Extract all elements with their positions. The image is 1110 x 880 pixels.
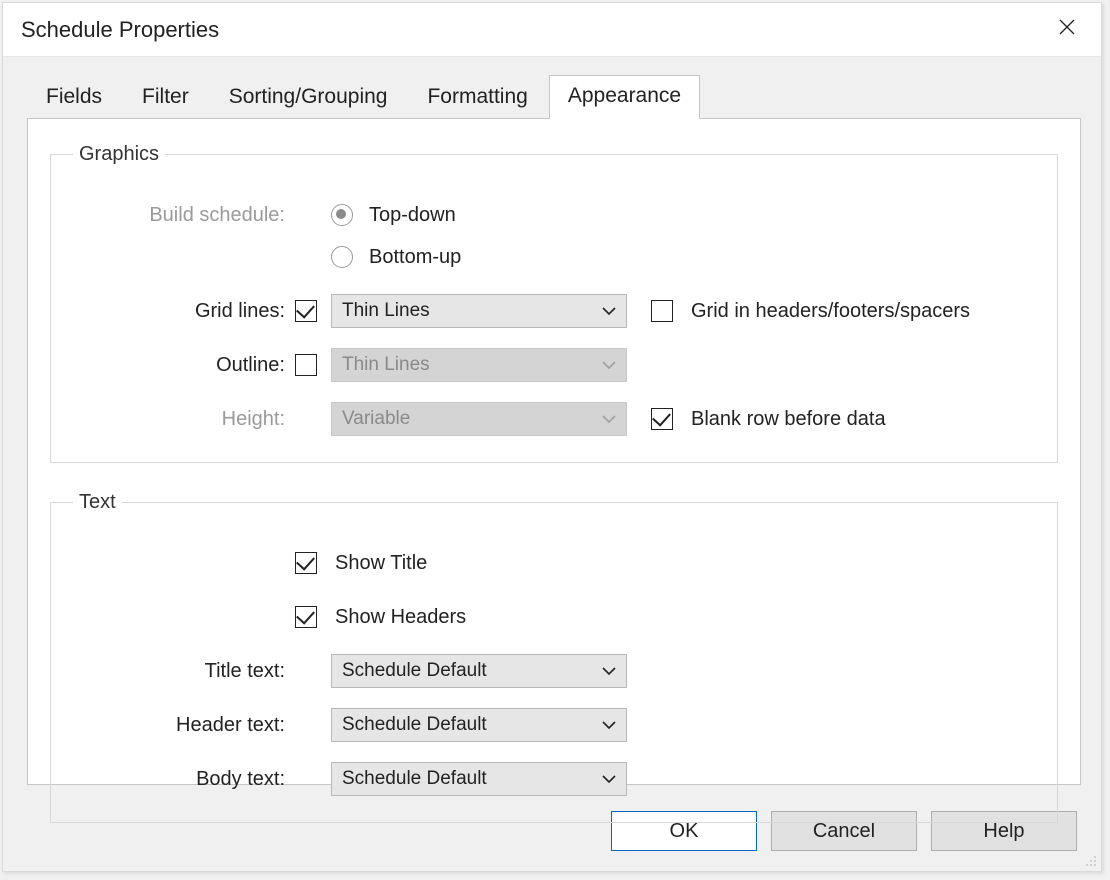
build-top-down-label: Top-down <box>359 204 456 227</box>
dialog-title: Schedule Properties <box>21 17 219 43</box>
grid-lines-label: Grid lines: <box>73 300 295 323</box>
height-value: Variable <box>342 408 410 430</box>
build-top-down-radio <box>331 204 353 226</box>
title-text-row: Title text: Schedule Default <box>73 652 1035 690</box>
grid-lines-style-select[interactable]: Thin Lines <box>331 294 627 328</box>
outline-style-select: Thin Lines <box>331 348 627 382</box>
graphics-legend: Graphics <box>73 143 165 166</box>
body-text-select[interactable]: Schedule Default <box>331 762 627 796</box>
grid-headers-label: Grid in headers/footers/spacers <box>683 300 970 323</box>
header-text-select[interactable]: Schedule Default <box>331 708 627 742</box>
chevron-down-icon <box>602 660 616 682</box>
show-title-label: Show Title <box>327 552 427 575</box>
chevron-down-icon <box>602 714 616 736</box>
chevron-down-icon <box>602 300 616 322</box>
close-button[interactable] <box>1051 14 1083 46</box>
height-row: Height: Variable Blank row before data <box>73 400 1035 438</box>
grid-lines-row: Grid lines: Thin Lines Grid in headers/ <box>73 292 1035 330</box>
tab-appearance[interactable]: Appearance <box>549 75 700 119</box>
chevron-down-icon <box>602 354 616 376</box>
titlebar: Schedule Properties <box>3 3 1101 57</box>
resize-grip-icon[interactable] <box>1081 851 1099 869</box>
chevron-down-icon <box>602 408 616 430</box>
build-schedule-label: Build schedule: <box>73 204 295 227</box>
tab-fields[interactable]: Fields <box>27 76 121 119</box>
height-select: Variable <box>331 402 627 436</box>
appearance-tab-page: Graphics Build schedule: Top-down Bottom… <box>27 118 1081 785</box>
build-bottom-up-label: Bottom-up <box>359 246 461 269</box>
body-text-label: Body text: <box>73 768 295 791</box>
tab-sorting-grouping[interactable]: Sorting/Grouping <box>210 76 407 119</box>
body-text-value: Schedule Default <box>342 768 487 790</box>
grid-lines-style-value: Thin Lines <box>342 300 430 322</box>
header-text-label: Header text: <box>73 714 295 737</box>
build-bottom-up-radio <box>331 246 353 268</box>
body-text-row: Body text: Schedule Default <box>73 760 1035 798</box>
outline-row: Outline: Thin Lines <box>73 346 1035 384</box>
show-headers-checkbox[interactable] <box>295 606 317 628</box>
grid-headers-checkbox[interactable] <box>651 300 673 322</box>
height-label: Height: <box>73 408 295 431</box>
blank-row-checkbox[interactable] <box>651 408 673 430</box>
tab-filter[interactable]: Filter <box>123 76 208 119</box>
header-text-value: Schedule Default <box>342 714 487 736</box>
show-headers-label: Show Headers <box>327 606 466 629</box>
title-text-select[interactable]: Schedule Default <box>331 654 627 688</box>
outline-checkbox[interactable] <box>295 354 317 376</box>
title-text-label: Title text: <box>73 660 295 683</box>
build-schedule-row-2: Bottom-up <box>73 238 1035 276</box>
build-schedule-row: Build schedule: Top-down <box>73 196 1035 234</box>
graphics-group: Graphics Build schedule: Top-down Bottom… <box>50 143 1058 463</box>
text-legend: Text <box>73 491 122 514</box>
show-title-checkbox[interactable] <box>295 552 317 574</box>
outline-label: Outline: <box>73 354 295 377</box>
grid-lines-checkbox[interactable] <box>295 300 317 322</box>
header-text-row: Header text: Schedule Default <box>73 706 1035 744</box>
close-icon <box>1058 18 1076 42</box>
chevron-down-icon <box>602 768 616 790</box>
title-text-value: Schedule Default <box>342 660 487 682</box>
tab-strip: Fields Filter Sorting/Grouping Formattin… <box>3 75 1101 119</box>
show-title-row: Show Title <box>73 544 1035 582</box>
show-headers-row: Show Headers <box>73 598 1035 636</box>
text-group: Text Show Title Show Headers Title text: <box>50 491 1058 823</box>
schedule-properties-dialog: Schedule Properties Fields Filter Sortin… <box>2 2 1102 872</box>
outline-style-value: Thin Lines <box>342 354 430 376</box>
tab-formatting[interactable]: Formatting <box>408 76 546 119</box>
blank-row-label: Blank row before data <box>683 408 886 431</box>
